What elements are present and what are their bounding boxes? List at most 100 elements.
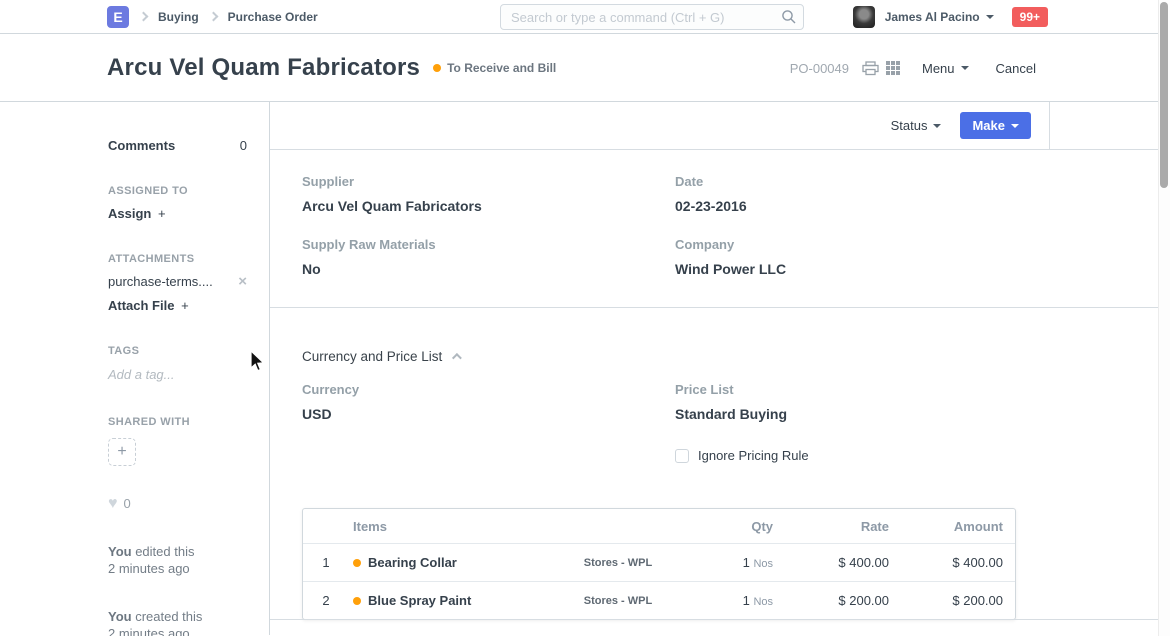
user-name: James Al Pacino [885,10,980,24]
navbar-user-area: James Al Pacino 99+ [853,0,1048,33]
item-status-dot-icon [353,597,361,605]
section-currency-toggle[interactable]: Currency and Price List [302,348,1138,365]
status-dot-icon [433,64,441,72]
activity-who: You [108,609,132,624]
activity-when: 2 minutes ago [108,625,247,636]
search-input[interactable] [500,4,804,30]
activity-action: created this [132,609,203,624]
field-value: Standard Buying [675,405,1138,423]
field-value: Wind Power LLC [675,260,1138,278]
field-label: Supply Raw Materials [302,237,675,253]
comments-count: 0 [240,138,247,153]
user-avatar[interactable] [853,6,875,28]
add-icon: + [117,443,126,461]
page-head: Arcu Vel Quam Fabricators To Receive and… [0,34,1170,102]
document-id: PO-00049 [790,61,849,76]
field-value: 02-23-2016 [675,197,1138,215]
add-tag-input[interactable]: Add a tag... [108,366,247,383]
column-items: Items [349,519,553,534]
breadcrumb-purchase-order[interactable]: Purchase Order [228,10,318,24]
qty-value: 1 [743,593,750,608]
field-value: No [302,260,675,278]
items-table-header: Items Qty Rate Amount [303,509,1015,543]
share-add-button[interactable]: + [108,438,136,466]
status-dropdown[interactable]: Status [891,118,942,133]
add-icon: + [181,298,189,313]
status-dropdown-label: Status [891,118,928,133]
field-label: Company [675,237,1138,253]
form-toolbar: Status Make [270,102,1049,149]
table-row[interactable]: 1 Bearing Collar Stores - WPL 1 Nos $ 40… [303,543,1015,581]
make-dropdown[interactable]: Make [960,112,1031,139]
activity-who: You [108,544,132,559]
assign-label: Assign [108,206,151,221]
remove-attachment-icon[interactable]: × [238,276,247,288]
row-index: 2 [303,593,349,608]
breadcrumb: E Buying Purchase Order [107,0,318,33]
user-menu[interactable]: James Al Pacino [885,10,994,24]
field-supplier[interactable]: Supplier Arcu Vel Quam Fabricators [302,174,675,215]
caret-down-icon [1011,124,1019,128]
row-index: 1 [303,555,349,570]
status-indicator: To Receive and Bill [433,61,556,75]
tags-label: TAGS [108,345,247,358]
comments-label: Comments [108,138,175,153]
chevron-right-icon [208,12,218,22]
divider [1049,102,1050,149]
app-logo[interactable]: E [107,6,129,28]
table-row[interactable]: 2 Blue Spray Paint Stores - WPL 1 Nos $ … [303,581,1015,619]
status-indicator-label: To Receive and Bill [447,61,556,75]
heart-icon[interactable]: ♥ [108,495,118,513]
scrollbar-thumb[interactable] [1160,2,1168,188]
print-icon[interactable] [862,61,879,76]
page-scrollbar[interactable] [1158,0,1170,636]
activity-edited: You edited this 2 minutes ago [108,543,247,577]
search-bar [500,4,804,30]
item-name: Blue Spray Paint [368,593,471,608]
menu-button[interactable]: Menu [922,61,969,76]
menu-button-label: Menu [922,61,955,76]
qty-uom: Nos [753,558,773,570]
notification-badge[interactable]: 99+ [1012,7,1048,27]
form-main: Status Make Supplier Arcu Vel Quam Fabri… [270,102,1170,635]
form-section-currency: Currency and Price List Currency USD Pri… [270,329,1170,464]
grid-view-icon[interactable] [886,61,900,75]
add-icon: + [158,206,166,221]
column-qty: Qty [683,519,773,534]
field-value: Arcu Vel Quam Fabricators [302,197,675,215]
column-rate: Rate [773,519,889,534]
field-label: Currency [302,382,675,398]
field-date[interactable]: Date 02-23-2016 [675,174,1138,215]
field-currency[interactable]: Currency USD [302,382,675,423]
attachment-row: purchase-terms.... × [108,274,247,290]
field-price-list[interactable]: Price List Standard Buying [675,382,1138,423]
comments-link[interactable]: Comments 0 [108,138,247,153]
shared-with-label: SHARED WITH [108,416,247,429]
activity-created: You created this 2 minutes ago [108,608,247,636]
field-supply-raw-materials[interactable]: Supply Raw Materials No [302,237,675,278]
item-qty: 1 Nos [683,593,773,608]
attachment-link[interactable]: purchase-terms.... [108,274,213,290]
caret-down-icon [933,124,941,128]
field-label: Date [675,174,1138,190]
assign-button[interactable]: Assign + [108,206,247,222]
assigned-to-label: ASSIGNED TO [108,185,247,198]
attach-file-button[interactable]: Attach File + [108,298,247,314]
breadcrumb-buying[interactable]: Buying [158,10,199,24]
form-section-main: Supplier Arcu Vel Quam Fabricators Date … [270,149,1170,329]
activity-when: 2 minutes ago [108,560,247,577]
field-label: Supplier [302,174,675,190]
checkbox-label: Ignore Pricing Rule [698,448,809,464]
caret-down-icon [961,66,969,70]
item-status-dot-icon [353,559,361,567]
section-title: Currency and Price List [302,348,442,365]
field-company[interactable]: Company Wind Power LLC [675,237,1138,278]
ignore-pricing-rule-checkbox[interactable] [675,449,689,463]
item-rate: $ 400.00 [773,555,889,570]
cancel-button[interactable]: Cancel [996,61,1036,76]
qty-value: 1 [743,555,750,570]
caret-down-icon [986,15,994,19]
divider [270,149,1158,150]
item-qty: 1 Nos [683,555,773,570]
item-amount: $ 400.00 [889,555,1003,570]
